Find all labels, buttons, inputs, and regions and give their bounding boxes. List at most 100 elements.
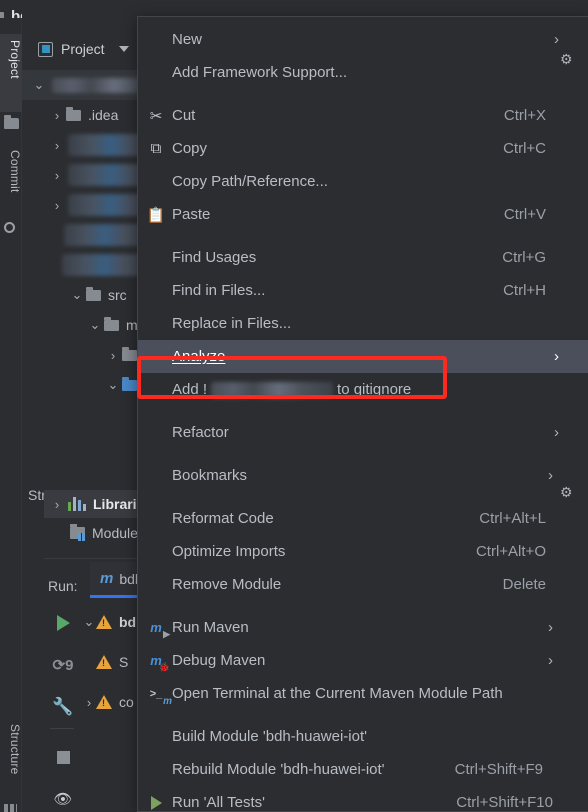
menu-item-optimize-imports[interactable]: Optimize Imports Ctrl+Alt+O [138, 535, 588, 568]
paste-icon: 📋 [146, 206, 166, 224]
context-menu: New › Add Framework Support... ✂ Cut Ctr… [137, 16, 588, 812]
menu-separator [138, 601, 588, 611]
menu-item-label: Find Usages [172, 249, 257, 266]
wrench-icon: 🔧 [52, 697, 74, 716]
gear-icon[interactable]: ⚙ [560, 51, 573, 68]
chevron-right-icon: › [548, 467, 553, 484]
chevron-right-icon: › [554, 424, 559, 441]
sidebar-item-project[interactable]: Project [0, 34, 22, 112]
stop-button[interactable] [46, 736, 80, 778]
menu-item-shortcut: Delete [502, 576, 546, 593]
folder-icon [4, 115, 19, 131]
menu-item-find-in-files[interactable]: Find in Files... Ctrl+H [138, 274, 588, 307]
menu-item-shortcut: Ctrl+X [503, 107, 546, 124]
warning-icon [96, 615, 112, 629]
chevron-right-icon[interactable]: › [50, 138, 64, 153]
menu-item-open-terminal-maven-path[interactable]: >_ m Open Terminal at the Current Maven M… [138, 677, 588, 710]
menu-item-run-all-tests[interactable]: Run 'All Tests' Ctrl+Shift+F10 [138, 786, 588, 812]
menu-item-shortcut: Ctrl+H [503, 282, 546, 299]
module-icon [70, 524, 86, 541]
sidebar-item-structure[interactable]: Structure [0, 718, 22, 798]
menu-item-label: Debug Maven [172, 652, 266, 669]
menu-item-label: Copy Path/Reference... [172, 173, 328, 190]
menu-item-add-to-gitignore[interactable]: Add ! to gitignore [138, 373, 588, 406]
menu-item-refactor[interactable]: Refactor › [138, 416, 588, 449]
run-tree-label: co [119, 694, 134, 710]
commit-icon [4, 222, 19, 235]
menu-item-label-suffix: to gitignore [337, 381, 412, 398]
menu-item-label: New [172, 31, 203, 48]
run-tree-row[interactable]: S [82, 642, 145, 682]
run-toolbar: ⟳9 🔧 👁 📷 [46, 602, 80, 812]
run-button[interactable] [46, 602, 80, 644]
chevron-right-icon[interactable]: › [50, 497, 64, 512]
ide-window: bdh-huawei-iot Project Commit Structure … [0, 0, 588, 812]
sidebar-item-commit[interactable]: Commit [0, 144, 22, 220]
warning-icon [96, 655, 112, 669]
gear-icon[interactable]: ⚙ [560, 484, 573, 501]
menu-item-rebuild-module[interactable]: Rebuild Module 'bdh-huawei-iot' Ctrl+Shi… [138, 753, 588, 786]
sidebar-item-label: Structure [8, 724, 22, 775]
terminal-maven-icon: >_ m [149, 687, 172, 707]
menu-item-copy-path-reference[interactable]: Copy Path/Reference... [138, 165, 588, 198]
rerun-icon: ⟳9 [52, 657, 74, 674]
chevron-right-icon[interactable]: › [82, 695, 96, 710]
chevron-right-icon[interactable]: › [50, 108, 64, 123]
menu-item-label: Build Module 'bdh-huawei-iot' [172, 728, 368, 745]
chevron-down-icon[interactable]: ⌄ [70, 287, 84, 303]
menu-item-label: Add Framework Support... [172, 64, 348, 81]
run-tree-row[interactable]: › co [82, 682, 145, 722]
rerun-button[interactable]: ⟳9 [46, 644, 80, 686]
menu-item-analyze[interactable]: Analyze › [138, 340, 588, 373]
menu-item-label: Bookmarks [172, 467, 248, 484]
chevron-right-icon[interactable]: › [50, 168, 64, 183]
menu-item-debug-maven[interactable]: m 🐞 Debug Maven › [138, 644, 588, 677]
run-tree-label: S [119, 654, 129, 670]
menu-item-shortcut: Ctrl+Alt+L [479, 510, 546, 527]
chevron-right-icon[interactable]: › [50, 198, 64, 213]
menu-item-cut[interactable]: ✂ Cut Ctrl+X [138, 99, 588, 132]
menu-item-run-maven[interactable]: m ▶ Run Maven › [138, 611, 588, 644]
menu-item-label: Rebuild Module 'bdh-huawei-iot' [172, 761, 385, 778]
settings-button[interactable]: 🔧 [46, 686, 80, 728]
run-panel-label: Run: [48, 578, 78, 594]
stop-icon [56, 750, 70, 764]
menu-item-build-module[interactable]: Build Module 'bdh-huawei-iot' [138, 720, 588, 753]
chevron-down-icon[interactable]: ⌄ [106, 377, 120, 393]
chevron-down-icon[interactable] [118, 46, 129, 52]
menu-item-shortcut: Ctrl+C [503, 140, 546, 157]
menu-item-replace-in-files[interactable]: Replace in Files... [138, 307, 588, 340]
menu-separator [138, 449, 588, 459]
menu-separator [138, 406, 588, 416]
chevron-down-icon[interactable]: ⌄ [82, 614, 96, 630]
menu-item-reformat-code[interactable]: Reformat Code Ctrl+Alt+L [138, 502, 588, 535]
menu-item-label: Reformat Code [172, 510, 274, 527]
folder-icon [122, 346, 137, 361]
menu-item-label: Remove Module [172, 576, 282, 593]
menu-item-label: Add ! [172, 381, 208, 398]
chevron-down-icon[interactable]: ⌄ [88, 317, 102, 333]
menu-item-paste[interactable]: 📋 Paste Ctrl+V [138, 198, 588, 231]
chevron-right-icon[interactable]: › [106, 348, 120, 363]
menu-item-label: Paste [172, 206, 211, 223]
tree-row-label: m [126, 317, 138, 333]
chevron-down-icon[interactable]: ⌄ [32, 77, 46, 93]
menu-item-label: Analyze [172, 348, 226, 365]
warning-icon [96, 695, 112, 709]
menu-item-label: Cut [172, 107, 196, 124]
menu-item-copy[interactable]: ⧉ Copy Ctrl+C [138, 132, 588, 165]
menu-item-bookmarks[interactable]: Bookmarks › [138, 459, 588, 492]
menu-item-remove-module[interactable]: Remove Module Delete [138, 568, 588, 601]
divider [50, 728, 74, 729]
redacted-filename [211, 381, 334, 398]
menu-item-new[interactable]: New › [138, 23, 588, 56]
chevron-right-icon: › [554, 348, 559, 365]
menu-item-label: Run Maven [172, 619, 249, 636]
menu-item-find-usages[interactable]: Find Usages Ctrl+G [138, 241, 588, 274]
folder-icon [86, 286, 101, 301]
show-output-button[interactable]: 👁 [46, 778, 80, 812]
chevron-right-icon: › [548, 652, 553, 669]
menu-item-add-framework-support[interactable]: Add Framework Support... [138, 56, 588, 89]
eye-icon: 👁 [53, 791, 73, 808]
run-tree-row[interactable]: ⌄ bdh [82, 602, 145, 642]
